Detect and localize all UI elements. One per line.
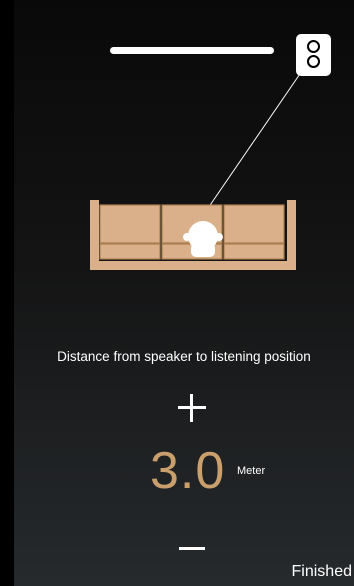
- increase-distance-button[interactable]: [174, 390, 210, 426]
- decrease-distance-button[interactable]: [177, 533, 207, 563]
- sofa-icon: [90, 200, 296, 270]
- instruction-text: Distance from speaker to listening posit…: [57, 349, 311, 364]
- finished-button[interactable]: Finished: [292, 563, 352, 581]
- tv-bar-icon: [110, 47, 274, 54]
- speaker-icon: [296, 34, 331, 76]
- distance-value: 3.0: [150, 442, 226, 500]
- speaker-distance-screen: Distance from speaker to listening posit…: [14, 0, 354, 586]
- distance-unit: Meter: [237, 465, 266, 477]
